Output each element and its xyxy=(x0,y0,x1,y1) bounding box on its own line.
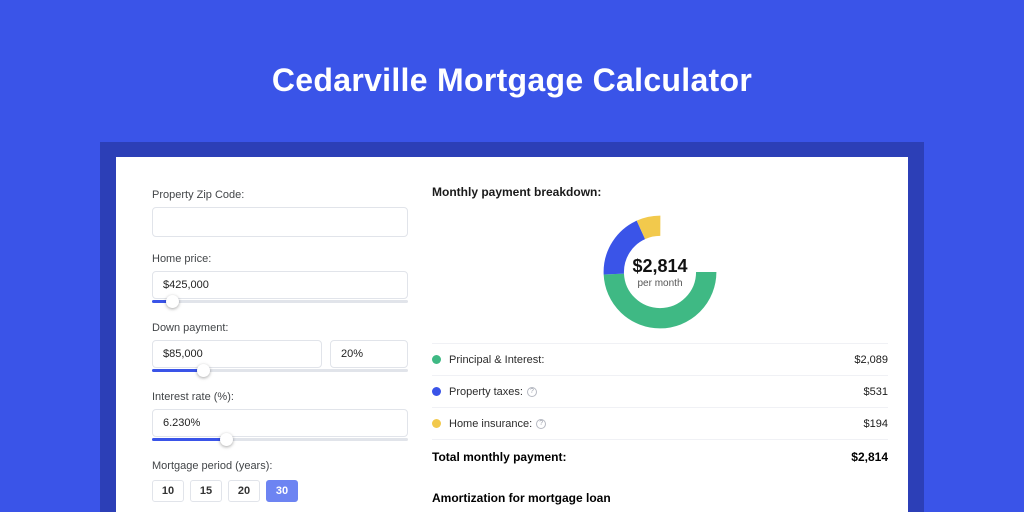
home-price-input[interactable] xyxy=(152,271,408,299)
zip-label: Property Zip Code: xyxy=(152,189,408,201)
legend-row-pi: Principal & Interest: $2,089 xyxy=(432,343,888,375)
down-payment-percent-input[interactable] xyxy=(330,340,408,368)
info-icon[interactable]: ? xyxy=(536,419,546,429)
info-icon[interactable]: ? xyxy=(527,387,537,397)
period-option-20[interactable]: 20 xyxy=(228,480,260,502)
dot-hi-icon xyxy=(432,419,441,428)
down-payment-label: Down payment: xyxy=(152,322,408,334)
dot-pi-icon xyxy=(432,355,441,364)
donut-center: $2,814 per month xyxy=(632,256,687,289)
dot-pt-icon xyxy=(432,387,441,396)
home-price-slider[interactable] xyxy=(152,298,408,312)
period-option-15[interactable]: 15 xyxy=(190,480,222,502)
donut-amount: $2,814 xyxy=(632,256,687,277)
legend-label-pt: Property taxes: xyxy=(449,386,523,398)
legend-val-pi: $2,089 xyxy=(854,354,888,366)
period-option-30[interactable]: 30 xyxy=(266,480,298,502)
inputs-column: Property Zip Code: Home price: Down paym… xyxy=(152,185,408,512)
amortization-title: Amortization for mortgage loan xyxy=(432,491,888,505)
donut-sub: per month xyxy=(632,278,687,289)
down-payment-slider[interactable] xyxy=(152,367,408,381)
period-options: 10 15 20 30 xyxy=(152,480,408,502)
breakdown-title: Monthly payment breakdown: xyxy=(432,185,888,199)
interest-rate-input[interactable] xyxy=(152,409,408,437)
page-title: Cedarville Mortgage Calculator xyxy=(0,0,1024,99)
home-price-label: Home price: xyxy=(152,253,408,265)
down-payment-amount-input[interactable] xyxy=(152,340,322,368)
total-label: Total monthly payment: xyxy=(432,450,566,464)
total-value: $2,814 xyxy=(851,450,888,464)
interest-rate-slider[interactable] xyxy=(152,436,408,450)
donut-chart: $2,814 per month xyxy=(432,207,888,337)
calculator-card: Property Zip Code: Home price: Down paym… xyxy=(116,157,908,512)
period-label: Mortgage period (years): xyxy=(152,460,408,472)
breakdown-column: Monthly payment breakdown: $2,814 per mo… xyxy=(432,185,888,512)
total-row: Total monthly payment: $2,814 xyxy=(432,439,888,473)
legend-label-pi: Principal & Interest: xyxy=(449,354,544,366)
legend-val-pt: $531 xyxy=(864,386,888,398)
amortization-section: Amortization for mortgage loan Amortizat… xyxy=(432,491,888,512)
legend-label-hi: Home insurance: xyxy=(449,418,532,430)
legend-row-pt: Property taxes: ? $531 xyxy=(432,375,888,407)
page-background: Cedarville Mortgage Calculator Property … xyxy=(0,0,1024,512)
legend-val-hi: $194 xyxy=(864,418,888,430)
zip-input[interactable] xyxy=(152,207,408,237)
interest-rate-label: Interest rate (%): xyxy=(152,391,408,403)
period-option-10[interactable]: 10 xyxy=(152,480,184,502)
legend-row-hi: Home insurance: ? $194 xyxy=(432,407,888,439)
